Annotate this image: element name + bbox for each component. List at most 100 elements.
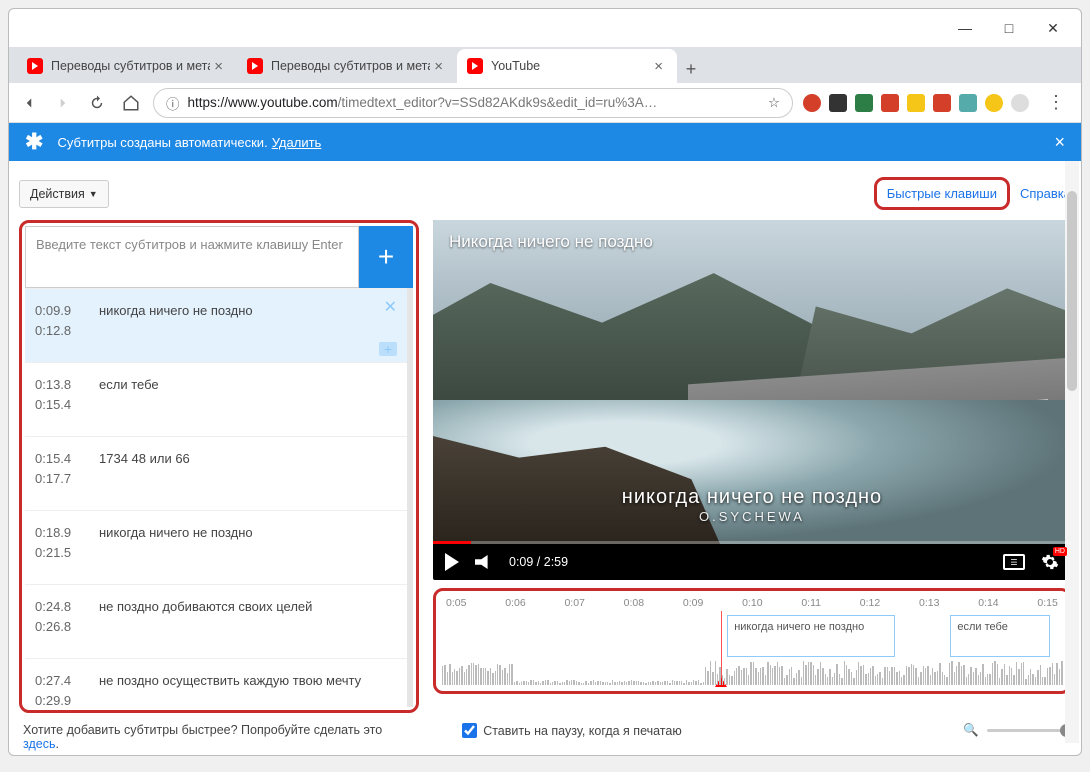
video-caption-overlay: никогда ничего не поздно O.SYCHEWA — [622, 486, 882, 524]
content-area: Действия ▼ Быстрые клавиши Справка Введи… — [9, 161, 1081, 751]
subtitle-times[interactable]: 0:18.90:21.5 — [35, 523, 93, 562]
timeline-clip[interactable]: никогда ничего не поздно — [727, 615, 894, 657]
footer-hint: Хотите добавить субтитры быстрее? Попроб… — [23, 723, 382, 751]
video-time: 0:09 / 2:59 — [509, 555, 568, 569]
timeline-track[interactable]: никогда ничего не поздно если тебе — [442, 611, 1062, 685]
extension-icon[interactable] — [907, 94, 925, 112]
subtitle-item[interactable]: 0:09.9 0:12.8 никогда ничего не поздно ✕… — [25, 288, 407, 362]
toolbar: Действия ▼ Быстрые клавиши Справка — [19, 177, 1071, 210]
subtitle-text[interactable]: никогда ничего не поздно — [93, 523, 397, 562]
chevron-down-icon: ▼ — [89, 189, 98, 199]
extension-icon[interactable] — [881, 94, 899, 112]
notice-delete-link[interactable]: Удалить — [272, 135, 322, 150]
avatar-icon[interactable] — [1011, 94, 1029, 112]
maximize-button[interactable]: □ — [987, 13, 1031, 43]
zoom-control[interactable]: 🔍 — [963, 723, 1067, 738]
tab-1[interactable]: Переводы субтитров и метадан × — [17, 49, 237, 83]
notice-close-button[interactable]: × — [1054, 132, 1065, 153]
video-controls: 0:09 / 2:59 ☰ HD — [433, 544, 1071, 580]
notice-text: Субтитры созданы автоматически. — [57, 135, 267, 150]
subtitle-text[interactable]: никогда ничего не поздно — [93, 301, 397, 340]
extension-icon[interactable] — [933, 94, 951, 112]
extensions — [803, 94, 1029, 112]
subtitle-input[interactable]: Введите текст субтитров и нажмите клавиш… — [25, 226, 359, 288]
extension-icon[interactable] — [855, 94, 873, 112]
subtitle-times[interactable]: 0:24.80:26.8 — [35, 597, 93, 636]
subtitle-item[interactable]: 0:24.80:26.8 не поздно добиваются своих … — [25, 584, 407, 658]
timeline-clip[interactable]: если тебе — [950, 615, 1049, 657]
captions-icon[interactable]: ☰ — [1003, 554, 1025, 570]
video-panel: Никогда ничего не поздно никогда ничего … — [433, 220, 1071, 713]
forward-button[interactable] — [51, 91, 75, 115]
close-window-button[interactable]: ✕ — [1031, 13, 1075, 43]
subtitle-times[interactable]: 0:27.40:29.9 — [35, 671, 93, 707]
subtitle-text[interactable]: если тебе — [93, 375, 397, 414]
subtitle-list[interactable]: 0:09.9 0:12.8 никогда ничего не поздно ✕… — [25, 288, 413, 707]
subtitle-text[interactable]: 1734 48 или 66 — [93, 449, 397, 488]
insert-subtitle-icon[interactable]: + — [379, 342, 397, 356]
close-icon[interactable]: × — [430, 58, 447, 75]
new-tab-button[interactable]: + — [677, 55, 705, 83]
actions-label: Действия — [30, 187, 85, 201]
url-host: https://www.youtube.com — [188, 95, 338, 110]
footer-link[interactable]: здесь — [23, 737, 55, 751]
home-button[interactable] — [119, 91, 143, 115]
main-row: Введите текст субтитров и нажмите клавиш… — [19, 220, 1071, 713]
close-icon[interactable]: × — [650, 58, 667, 75]
tab-2[interactable]: Переводы субтитров и метадан × — [237, 49, 457, 83]
settings-icon[interactable]: HD — [1041, 553, 1059, 571]
timeline[interactable]: 0:050:060:070:080:090:100:110:120:130:14… — [433, 588, 1071, 694]
subtitle-times[interactable]: 0:15.40:17.7 — [35, 449, 93, 488]
notice-bar: ✱ Субтитры созданы автоматически. Удалит… — [9, 123, 1081, 161]
timeline-ticks: 0:050:060:070:080:090:100:110:120:130:14… — [442, 595, 1062, 611]
tab-title: Переводы субтитров и метадан — [51, 59, 210, 73]
zoom-slider[interactable] — [987, 729, 1067, 732]
footer: Хотите добавить субтитры быстрее? Попроб… — [19, 713, 1071, 751]
hotkeys-link[interactable]: Быстрые клавиши — [874, 177, 1010, 210]
page-scrollbar[interactable] — [1065, 161, 1079, 743]
site-info-icon[interactable]: ⓘ — [166, 93, 180, 113]
extension-icon[interactable] — [803, 94, 821, 112]
pause-checkbox-input[interactable] — [462, 723, 477, 738]
browser-window: — □ ✕ Переводы субтитров и метадан × Пер… — [8, 8, 1082, 756]
subtitle-text[interactable]: не поздно добиваются своих целей — [93, 597, 397, 636]
subtitle-item[interactable]: 0:27.40:29.9 не поздно осуществить кажду… — [25, 658, 407, 707]
subtitle-text[interactable]: не поздно осуществить каждую твою мечту — [93, 671, 397, 707]
add-subtitle-button[interactable]: + — [359, 226, 413, 288]
url-bar[interactable]: ⓘ https://www.youtube.com /timedtext_edi… — [153, 88, 793, 118]
extension-icon[interactable] — [829, 94, 847, 112]
hd-badge: HD — [1053, 547, 1067, 556]
bookmark-icon[interactable]: ☆ — [768, 95, 780, 111]
actions-dropdown[interactable]: Действия ▼ — [19, 180, 109, 208]
tab-title: YouTube — [491, 59, 650, 73]
extension-icon[interactable] — [959, 94, 977, 112]
subtitle-item[interactable]: 0:18.90:21.5 никогда ничего не поздно — [25, 510, 407, 584]
subtitle-input-row: Введите текст субтитров и нажмите клавиш… — [25, 226, 413, 288]
youtube-icon — [27, 58, 43, 74]
subtitle-times[interactable]: 0:09.9 0:12.8 — [35, 301, 93, 340]
zoom-out-icon[interactable]: 🔍 — [963, 723, 979, 738]
tab-title: Переводы субтитров и метадан — [271, 59, 430, 73]
url-path: /timedtext_editor?v=SSd82AKdk9s&edit_id=… — [338, 95, 768, 110]
asterisk-icon: ✱ — [25, 129, 43, 155]
subtitle-item[interactable]: 0:13.80:15.4 если тебе — [25, 362, 407, 436]
delete-subtitle-icon[interactable]: ✕ — [384, 297, 397, 317]
minimize-button[interactable]: — — [943, 13, 987, 43]
extension-icon[interactable] — [985, 94, 1003, 112]
back-button[interactable] — [17, 91, 41, 115]
tab-strip: Переводы субтитров и метадан × Переводы … — [9, 47, 1081, 83]
help-link[interactable]: Справка — [1020, 186, 1071, 201]
pause-checkbox[interactable]: Ставить на паузу, когда я печатаю — [462, 723, 682, 738]
video-player[interactable]: Никогда ничего не поздно никогда ничего … — [433, 220, 1071, 580]
close-icon[interactable]: × — [210, 58, 227, 75]
video-frame — [433, 220, 1071, 580]
subtitle-panel: Введите текст субтитров и нажмите клавиш… — [19, 220, 419, 713]
subtitle-item[interactable]: 0:15.40:17.7 1734 48 или 66 — [25, 436, 407, 510]
reload-button[interactable] — [85, 91, 109, 115]
menu-button[interactable]: ⋮ — [1039, 92, 1073, 113]
tab-3[interactable]: YouTube × — [457, 49, 677, 83]
subtitle-times[interactable]: 0:13.80:15.4 — [35, 375, 93, 414]
youtube-icon — [467, 58, 483, 74]
volume-icon[interactable] — [475, 555, 493, 569]
play-icon[interactable] — [445, 553, 459, 571]
